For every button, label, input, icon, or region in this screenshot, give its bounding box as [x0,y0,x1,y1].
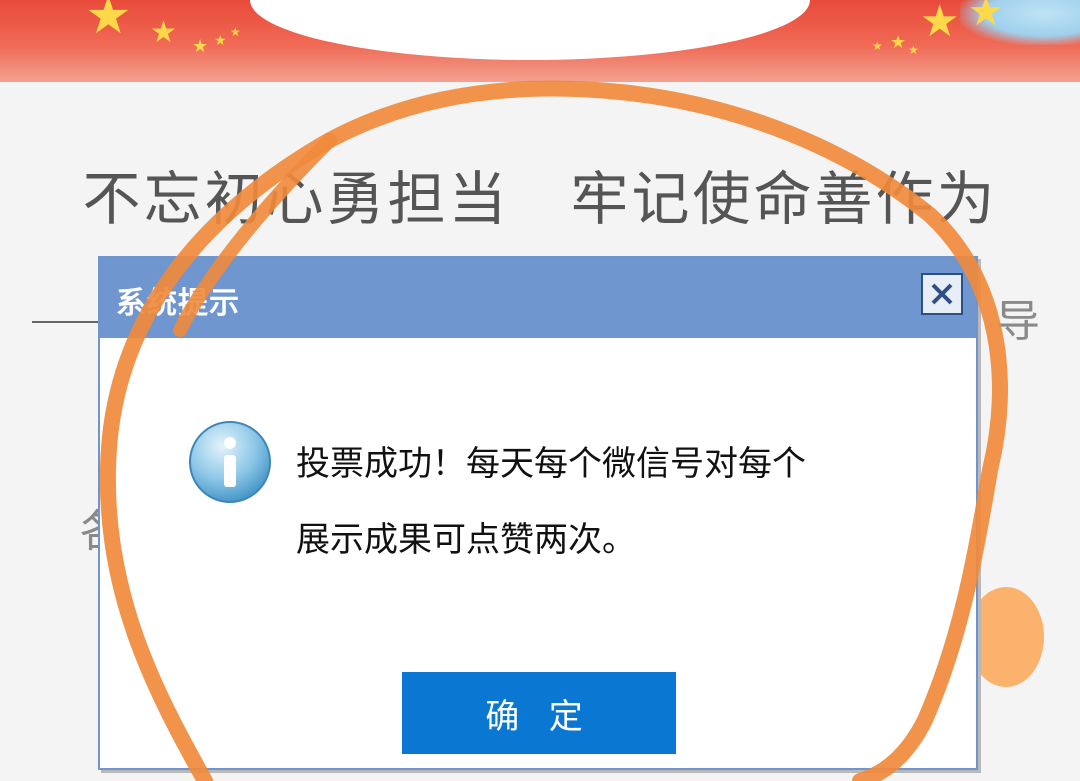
page-title: 不忘初心勇担当 牢记使命善作为 [82,165,998,233]
dialog-title: 系统提示 [116,286,240,321]
confirm-button[interactable]: 确 定 [402,672,676,754]
system-prompt-dialog: 系统提示 投票成功！每天每个微信号对每个 展示成果可点赞两次。 确 定 [98,256,978,770]
close-icon [931,283,953,305]
star-icon: ★ [872,39,883,53]
star-icon: ★ [230,25,241,39]
side-text: 导 [996,296,1040,347]
message-line: 展示成果可点赞两次。 [296,520,636,560]
star-icon: ★ [192,36,209,57]
dialog-message: 投票成功！每天每个微信号对每个 展示成果可点赞两次。 [296,426,936,578]
star-icon: ★ [968,0,1004,35]
close-button[interactable] [921,273,963,315]
info-icon [189,421,271,503]
star-icon: ★ [890,32,907,53]
star-icon: ★ [908,43,919,57]
star-icon: ★ [150,15,177,50]
message-line: 投票成功！每天每个微信号对每个 [296,444,806,484]
floating-button[interactable] [968,587,1044,687]
dialog-header: 系统提示 [100,258,976,338]
banner-white-notch [770,0,782,20]
star-icon: ★ [214,33,227,49]
star-icon: ★ [920,0,960,47]
header-banner: ★ ★ ★ ★ ★ ★ ★ ★ ★ ★ [0,0,1080,82]
star-icon: ★ [85,0,132,46]
banner-white-area [250,0,810,60]
